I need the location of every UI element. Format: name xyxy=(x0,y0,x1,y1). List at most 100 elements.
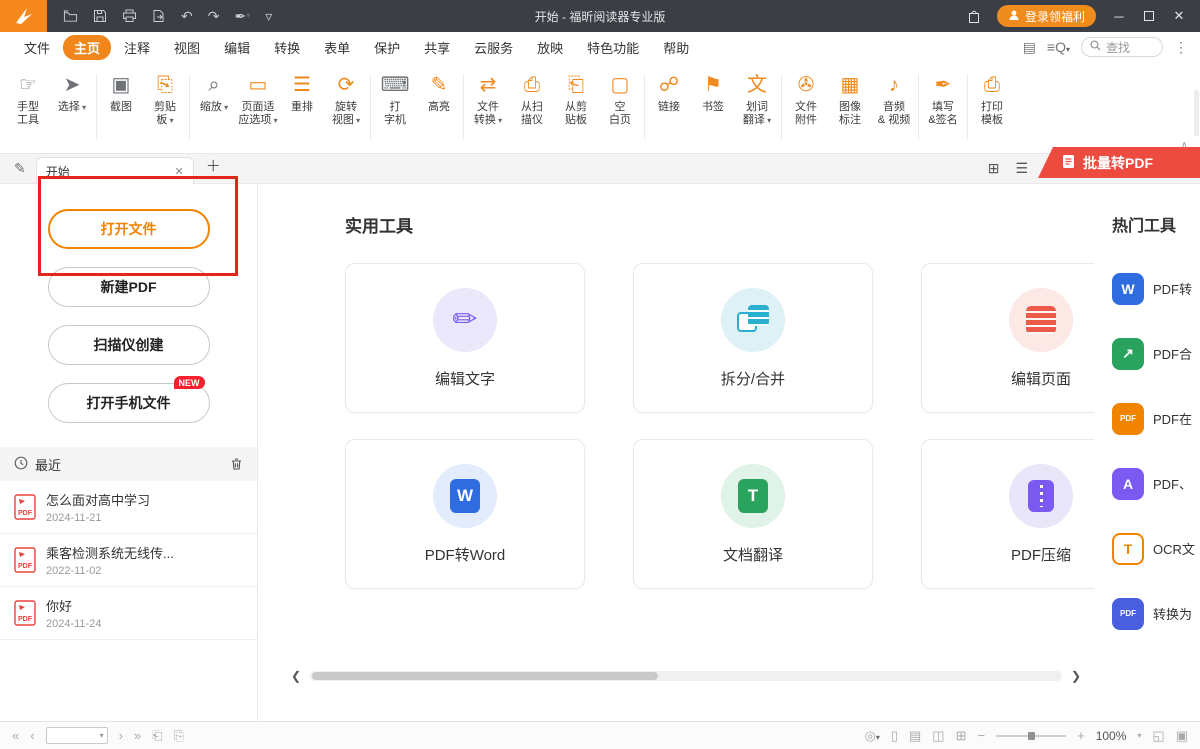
menu-item[interactable]: 文件 xyxy=(13,35,61,60)
menu-item[interactable]: 帮助 xyxy=(652,35,700,60)
ribbon-tool[interactable]: 文划词翻译 ▾ xyxy=(735,70,779,129)
hot-tool-item[interactable]: TOCR文 xyxy=(1112,516,1200,581)
tool-card[interactable]: T文档翻译 xyxy=(633,439,873,589)
hot-tool-item[interactable]: WPDF转 xyxy=(1112,256,1200,321)
ribbon-tool[interactable]: ▢空白页 xyxy=(598,70,642,129)
ribbon-tool[interactable]: ⌨打字机 xyxy=(373,70,417,129)
tool-card[interactable]: PDF压缩 xyxy=(921,439,1094,589)
tool-card[interactable]: ✏编辑文字 xyxy=(345,263,585,413)
reading-mode-icon[interactable]: ▤ xyxy=(1023,39,1036,56)
ribbon-tool[interactable]: ☰重排 xyxy=(280,70,324,116)
scrollbar-thumb[interactable] xyxy=(312,672,658,680)
sidebar-button[interactable]: 打开手机文件NEW xyxy=(48,383,210,423)
recent-file-item[interactable]: PDF乘客检测系统无线传...2022-11-02 xyxy=(0,534,257,587)
ribbon-tool[interactable]: ⌕缩放 ▾ xyxy=(192,70,236,116)
find-options-icon[interactable]: ≡Q▾ xyxy=(1047,39,1070,55)
ribbon-tool[interactable]: ✒填写&签名 xyxy=(921,70,965,129)
fullscreen-icon[interactable]: ◱ xyxy=(1152,728,1164,744)
maximize-button[interactable] xyxy=(1142,9,1156,24)
ribbon-tool[interactable]: ➤选择 ▾ xyxy=(50,70,94,116)
ribbon-tool[interactable]: ▭页面适应选项 ▾ xyxy=(236,70,280,129)
tab-start[interactable]: 开始 ✕ xyxy=(36,157,194,184)
tool-card[interactable]: WPDF转Word xyxy=(345,439,585,589)
minimize-button[interactable]: ─ xyxy=(1112,9,1126,24)
menu-item[interactable]: 表单 xyxy=(313,35,361,60)
sidebar-button[interactable]: 扫描仪创建 xyxy=(48,325,210,365)
grid-view-icon[interactable]: ⊞ xyxy=(988,160,1000,177)
menu-item[interactable]: 编辑 xyxy=(213,35,261,60)
open-folder-icon[interactable] xyxy=(63,9,78,23)
menu-item[interactable]: 共享 xyxy=(413,35,461,60)
toolbar-customize-icon[interactable]: ▿ xyxy=(265,8,272,24)
ribbon-tool[interactable]: ☍链接 xyxy=(647,70,691,116)
recent-file-item[interactable]: PDF怎么面对高中学习2024-11-21 xyxy=(0,481,257,534)
save-icon[interactable] xyxy=(93,9,107,23)
scroll-left-icon[interactable]: ❮ xyxy=(291,669,301,683)
first-page-icon[interactable]: « xyxy=(12,728,19,743)
next-page-icon[interactable]: › xyxy=(119,728,123,743)
menu-item[interactable]: 特色功能 xyxy=(576,35,650,60)
close-button[interactable]: ✕ xyxy=(1172,8,1186,24)
sidebar-button[interactable]: 打开文件 xyxy=(48,209,210,249)
search-input[interactable]: 查找 xyxy=(1081,37,1163,57)
ribbon-tool[interactable]: ⎗从剪贴板 xyxy=(554,70,598,129)
page-number-input[interactable]: ▾ xyxy=(46,727,108,744)
ribbon-tool[interactable]: ⎘剪贴板 ▾ xyxy=(143,70,187,129)
zoom-in-icon[interactable]: + xyxy=(1077,728,1085,743)
ribbon-scrollbar[interactable] xyxy=(1194,90,1199,136)
continuous-page-icon[interactable]: ▤ xyxy=(909,728,921,744)
ribbon-tool[interactable]: ☞手型工具 xyxy=(6,70,50,129)
zoom-slider-thumb[interactable] xyxy=(1028,732,1035,740)
menu-item[interactable]: 云服务 xyxy=(463,35,524,60)
hot-tool-item[interactable]: ↗PDF合 xyxy=(1112,321,1200,386)
batch-convert-pdf-button[interactable]: 批量转PDF xyxy=(1038,147,1200,178)
hot-tool-item[interactable]: APDF、 xyxy=(1112,451,1200,516)
ribbon-tool[interactable]: ⟳旋转视图 ▾ xyxy=(324,70,368,129)
export-icon[interactable] xyxy=(152,9,166,23)
print-icon[interactable] xyxy=(122,9,137,23)
hot-tool-item[interactable]: PDFPDF在 xyxy=(1112,386,1200,451)
tab-close-icon[interactable]: ✕ xyxy=(175,165,184,178)
zoom-out-icon[interactable]: − xyxy=(978,728,986,743)
ribbon-tool[interactable]: ⚑书签 xyxy=(691,70,735,116)
stamp-icon[interactable]: ✒▾ xyxy=(234,8,250,24)
chevron-down-icon[interactable]: ▾ xyxy=(1137,731,1141,740)
hot-tool-item[interactable]: PDF转换为 xyxy=(1112,581,1200,646)
recent-file-item[interactable]: PDF你好2024-11-24 xyxy=(0,587,257,640)
ribbon-tool[interactable]: ✎高亮 xyxy=(417,70,461,116)
store-bag-icon[interactable] xyxy=(967,9,981,24)
ribbon-tool[interactable]: ⇄文件转换 ▾ xyxy=(466,70,510,129)
redo-icon[interactable]: ↷ xyxy=(208,8,220,24)
undo-icon[interactable]: ↶ xyxy=(181,8,193,24)
ribbon-tool[interactable]: ♪音频& 视频 xyxy=(872,70,916,129)
menu-item[interactable]: 主页 xyxy=(63,35,111,60)
tool-card[interactable]: 拆分/合并 xyxy=(633,263,873,413)
ribbon-tool[interactable]: ▦图像标注 xyxy=(828,70,872,129)
sidebar-button[interactable]: 新建PDF xyxy=(48,267,210,307)
last-page-icon[interactable]: » xyxy=(134,728,141,743)
menu-item[interactable]: 转换 xyxy=(263,35,311,60)
menu-item[interactable]: 视图 xyxy=(163,35,211,60)
prev-view-icon[interactable]: ⎗ xyxy=(152,728,162,744)
fit-screen-icon[interactable]: ▣ xyxy=(1176,728,1188,744)
login-button[interactable]: 登录领福利 xyxy=(997,5,1096,27)
scrollbar-track[interactable] xyxy=(310,671,1062,681)
tab-list-icon[interactable]: ☰ xyxy=(1015,160,1028,177)
scroll-right-icon[interactable]: ❯ xyxy=(1071,669,1081,683)
new-tab-button[interactable]: ＋ xyxy=(206,155,221,176)
grid-page-icon[interactable]: ⊞ xyxy=(956,728,967,744)
menu-item[interactable]: 保护 xyxy=(363,35,411,60)
edit-pencil-icon[interactable]: ✎ xyxy=(14,160,26,177)
menu-item[interactable]: 放映 xyxy=(526,35,574,60)
tool-card[interactable]: 编辑页面 xyxy=(921,263,1094,413)
next-view-icon[interactable]: ⎘ xyxy=(174,728,184,744)
single-page-icon[interactable]: ▯ xyxy=(891,728,898,744)
ribbon-tool[interactable]: ▣截图 xyxy=(99,70,143,116)
trash-icon[interactable] xyxy=(230,457,243,471)
ribbon-tool[interactable]: ⎙从扫描仪 xyxy=(510,70,554,129)
facing-page-icon[interactable]: ◫ xyxy=(932,728,944,744)
menu-item[interactable]: 注释 xyxy=(113,35,161,60)
zoom-slider[interactable] xyxy=(996,735,1066,737)
prev-page-icon[interactable]: ‹ xyxy=(30,728,34,743)
more-options-icon[interactable]: ⋮ xyxy=(1174,39,1188,56)
